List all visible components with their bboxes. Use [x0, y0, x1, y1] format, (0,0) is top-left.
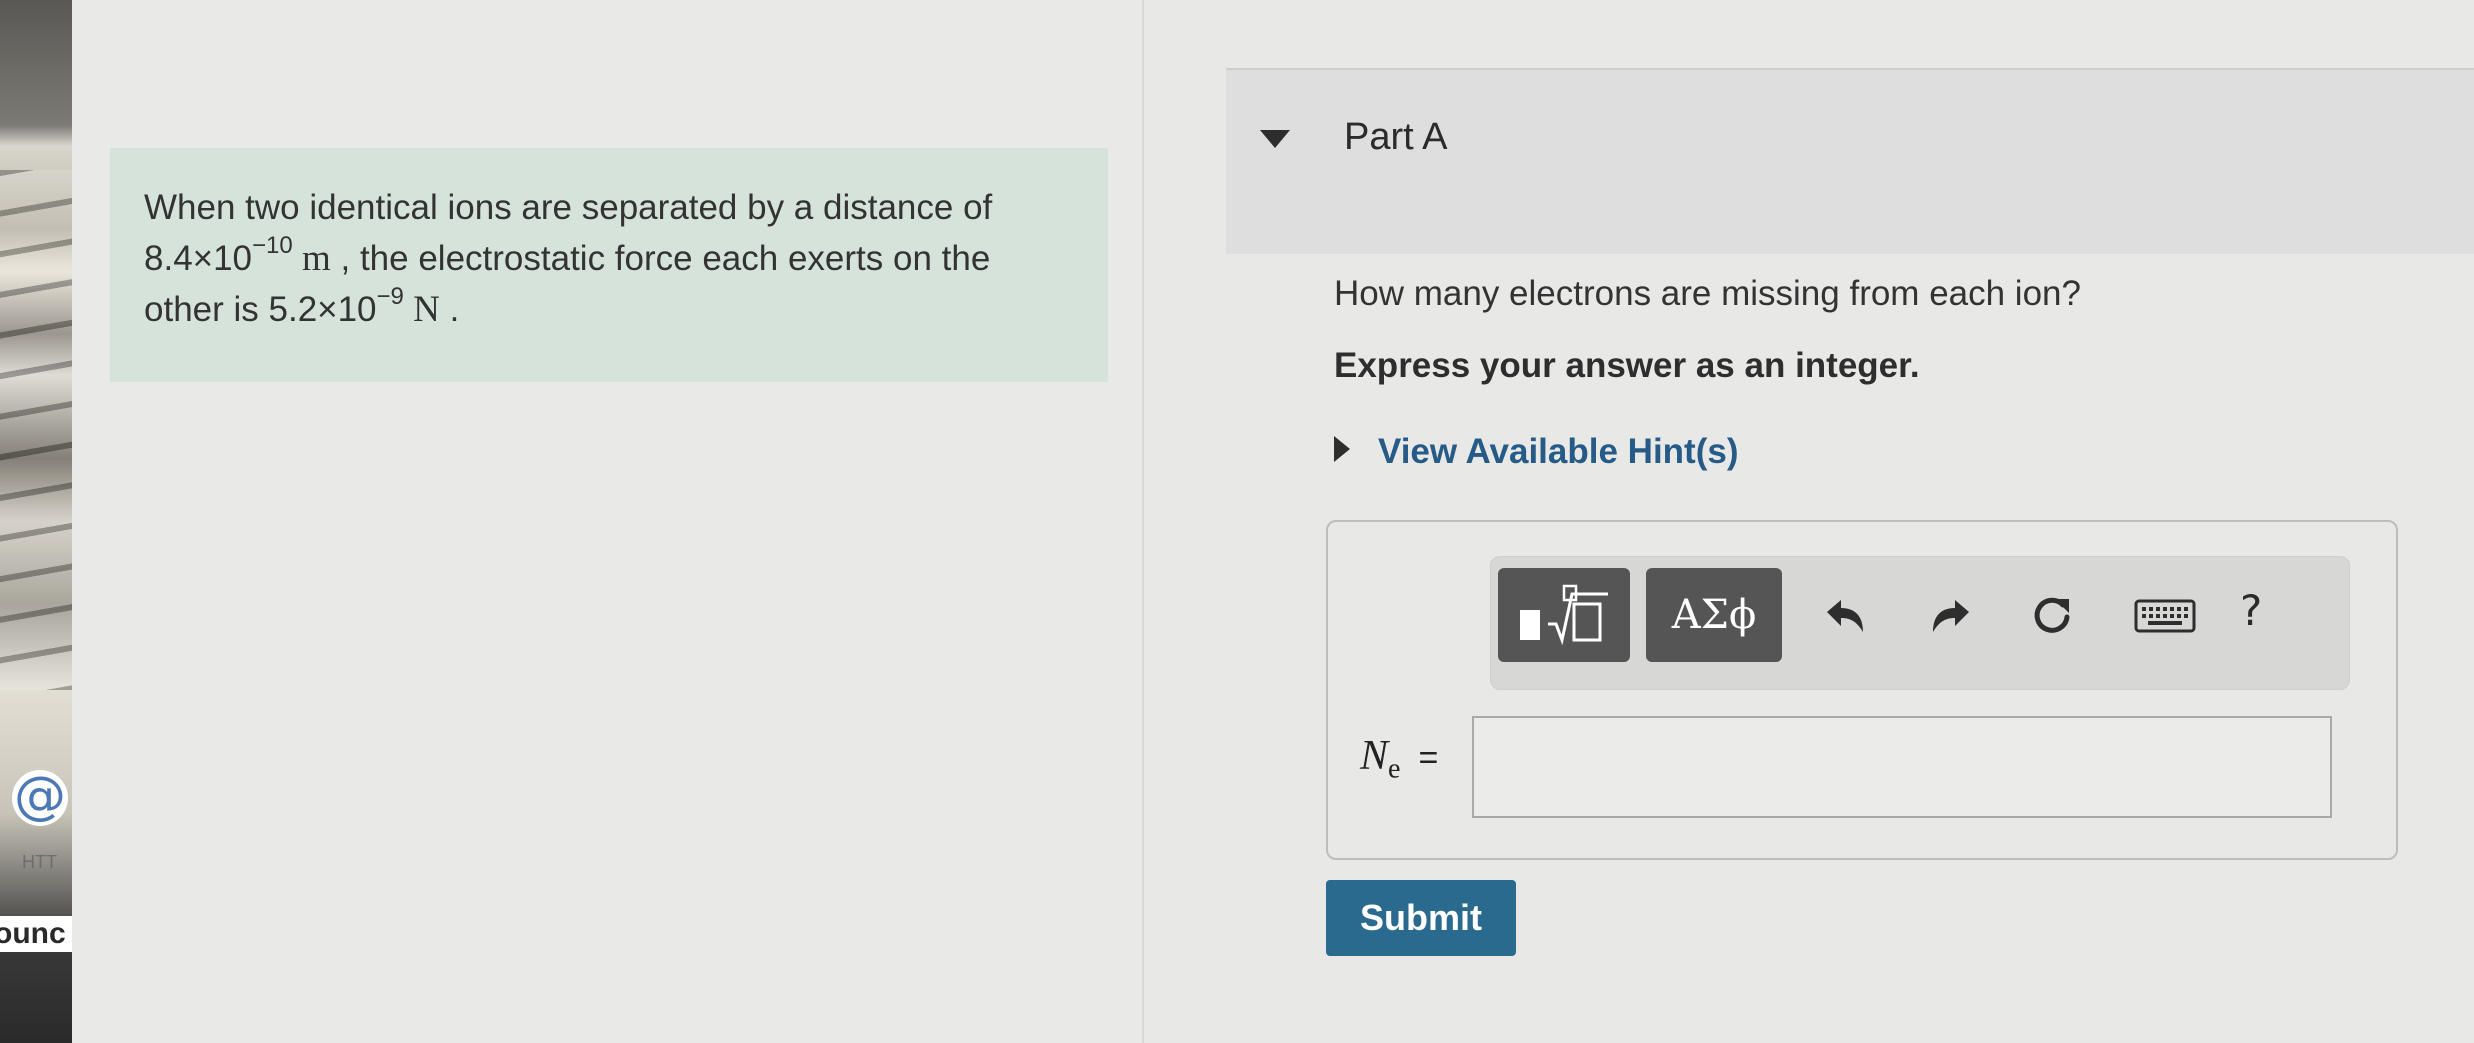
answer-input[interactable]	[1472, 716, 2332, 818]
keyboard-button[interactable]	[2130, 588, 2200, 644]
force-exponent: −9	[376, 283, 404, 311]
reset-icon	[2034, 597, 2070, 633]
distance-exponent: −10	[252, 232, 293, 260]
problem-text: When two identical ions are separated by…	[144, 182, 1084, 335]
at-sign-icon[interactable]: @	[12, 770, 68, 826]
hint-expand-icon[interactable]	[1334, 436, 1350, 462]
undo-button[interactable]	[1818, 588, 1874, 644]
desktop-background-books	[0, 170, 72, 690]
view-hints-link[interactable]: View Available Hint(s)	[1378, 432, 1738, 472]
answer-variable-label: Ne =	[1360, 732, 1438, 785]
problem-statement: When two identical ions are separated by…	[110, 148, 1108, 382]
help-button[interactable]: ?	[2240, 586, 2262, 635]
reset-button[interactable]	[2024, 588, 2080, 644]
distance-unit: m	[292, 238, 331, 279]
equals-sign: =	[1418, 739, 1439, 777]
force-unit: N	[403, 289, 440, 330]
keyboard-icon	[2134, 599, 2196, 633]
part-a-header[interactable]	[1226, 68, 2474, 254]
problem-text-line3: other is	[144, 290, 269, 329]
part-a-title[interactable]: Part A	[1344, 116, 1448, 159]
problem-text-line1: When two identical ions are separated by…	[144, 188, 993, 227]
problem-text-line2: , the electrostatic force each exerts on…	[330, 239, 991, 278]
variable-subscript: e	[1388, 753, 1401, 785]
templates-icon	[1520, 584, 1608, 646]
force-value: 5.2×10−9 N	[268, 285, 440, 330]
greek-symbols-button[interactable]: ΑΣϕ	[1646, 568, 1782, 662]
desktop-func-label: ounc	[0, 916, 72, 952]
desktop-htt-label: HTT	[22, 852, 57, 872]
answer-instruction: Express your answer as an integer.	[1334, 346, 1920, 385]
collapse-caret-icon[interactable]	[1260, 130, 1290, 148]
redo-icon	[1933, 600, 1969, 632]
question-text: How many electrons are missing from each…	[1334, 274, 2081, 313]
distance-value: 8.4×10−10 m	[144, 234, 331, 279]
problem-text-end: .	[439, 290, 460, 329]
redo-button[interactable]	[1922, 588, 1978, 644]
variable-symbol: N	[1360, 733, 1389, 779]
templates-button[interactable]	[1498, 568, 1630, 662]
undo-icon	[1827, 600, 1863, 632]
force-mantissa: 5.2×10	[268, 290, 377, 329]
submit-button[interactable]: Submit	[1326, 880, 1516, 956]
distance-mantissa: 8.4×10	[144, 239, 253, 278]
